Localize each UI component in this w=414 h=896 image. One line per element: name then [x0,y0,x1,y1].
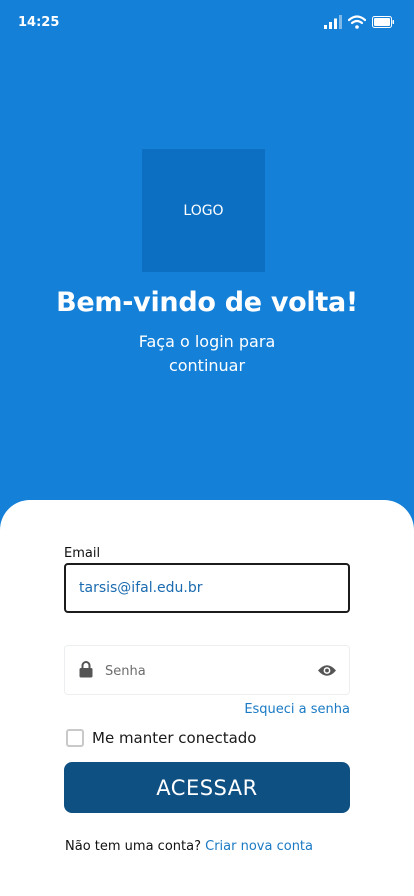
remember-me-label: Me manter conectado [92,729,257,747]
status-time: 14:25 [18,15,60,30]
lock-icon [79,661,93,678]
status-bar: 14:25 [0,0,414,44]
email-field[interactable] [64,563,350,613]
remember-me-toggle[interactable]: Me manter conectado [66,729,256,747]
no-account-text: Não tem uma conta? [65,839,201,854]
password-field[interactable] [105,658,305,684]
battery-icon [372,16,394,28]
email-label: Email [64,546,101,561]
forgot-password-link[interactable]: Esqueci a senha [244,702,350,717]
welcome-subtitle: Faça o login para continuar [138,332,276,375]
create-account-link[interactable]: Criar nova conta [205,839,313,854]
login-card: Email Esqueci a senha Me manter conectad… [0,500,414,896]
signal-icon [324,15,342,29]
signup-prompt: Não tem uma conta? Criar nova conta [65,839,313,854]
password-field-container[interactable] [64,645,350,695]
status-icons [324,15,394,29]
login-button[interactable]: ACESSAR [64,762,350,813]
remember-me-checkbox[interactable] [66,729,84,747]
welcome-title: Bem-vindo de volta! [56,287,358,318]
wifi-icon [348,15,366,29]
app-logo: LOGO [142,149,265,272]
eye-icon[interactable] [317,664,337,677]
